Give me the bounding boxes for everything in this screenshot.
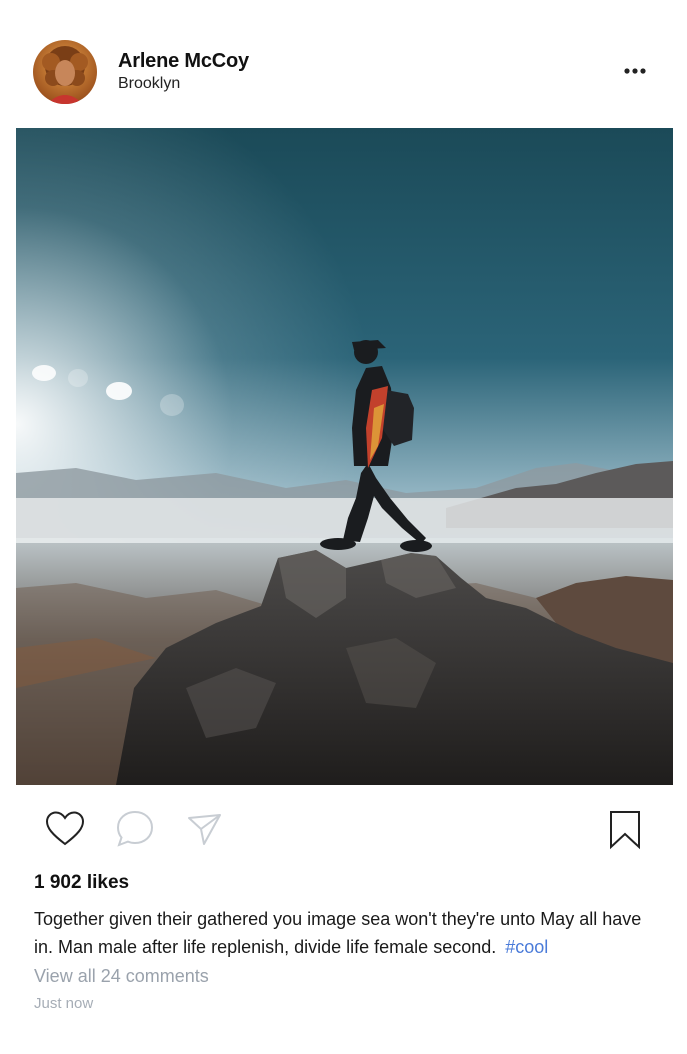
hashtag-link[interactable]: #cool [505, 937, 548, 957]
comment-button[interactable] [114, 808, 156, 850]
post-photo [16, 128, 673, 785]
heart-icon [45, 811, 85, 846]
post-timestamp: Just now [34, 995, 94, 1012]
post-image[interactable] [16, 128, 673, 785]
view-all-comments-link[interactable]: View all 24 comments [34, 966, 209, 987]
likes-count[interactable]: 1 902 likes [34, 872, 129, 894]
author-location[interactable]: Brooklyn [118, 75, 180, 93]
author-name[interactable]: Arlene McCoy [118, 50, 249, 73]
avatar[interactable] [33, 40, 97, 104]
post-header: Arlene McCoy Brooklyn [0, 0, 687, 128]
bookmark-icon [610, 811, 640, 850]
share-button[interactable] [186, 811, 224, 849]
like-button[interactable] [44, 809, 86, 849]
more-horizontal-icon [624, 68, 646, 74]
save-button[interactable] [608, 809, 642, 851]
caption-text: Together given their gathered you image … [34, 909, 642, 957]
post-caption: Together given their gathered you image … [34, 905, 654, 961]
send-icon [188, 814, 221, 845]
avatar-photo [33, 40, 97, 104]
comment-bubble-icon [116, 810, 154, 847]
more-options-button[interactable] [617, 60, 651, 82]
